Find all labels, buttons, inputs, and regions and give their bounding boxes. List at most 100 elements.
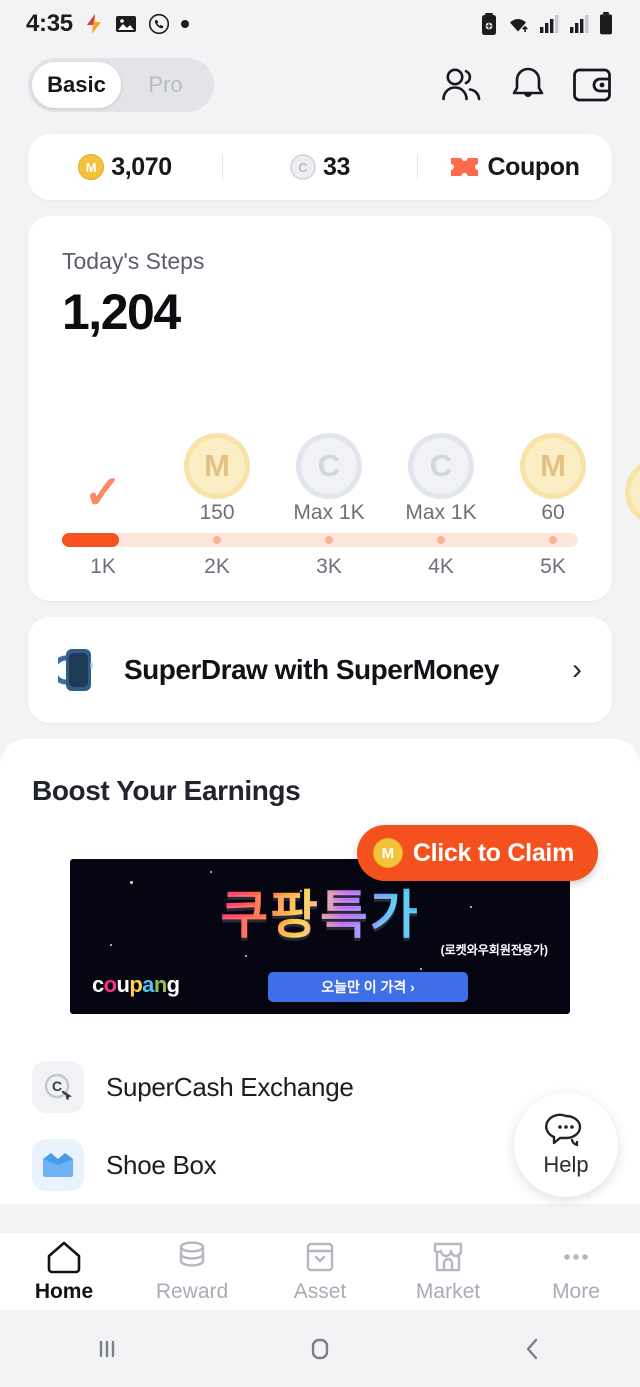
click-to-claim-button[interactable]: M Click to Claim <box>356 825 598 881</box>
chevron-right-icon: › <box>572 653 582 686</box>
milestone-4k-label: Max 1K <box>405 501 477 524</box>
segment-pro[interactable]: Pro <box>121 62 210 108</box>
superdraw-title: SuperDraw with SuperMoney <box>124 654 499 685</box>
milestone-5k-label: 60 <box>541 501 565 524</box>
tab-asset[interactable]: Asset <box>256 1240 384 1304</box>
progress-dot <box>437 536 445 544</box>
box-icon <box>306 1242 334 1271</box>
money-balance: 3,070 <box>111 152 172 181</box>
tick-2k: 2K <box>204 555 230 578</box>
m-coin-icon: M <box>520 433 586 499</box>
tick-labels: 1K 2K 3K 4K 5K <box>62 555 578 581</box>
home-icon <box>47 1241 81 1273</box>
milestone-next-partial[interactable] <box>615 459 640 525</box>
app-screen: 4:35 Basic Pro M 3,070 C 33 Coupon Today… <box>0 0 640 1387</box>
tab-label: Home <box>34 1279 94 1303</box>
status-bar-time: 4:35 <box>26 10 73 37</box>
list-item-title: SuperCash Exchange <box>106 1071 354 1102</box>
milestone-4k[interactable]: C Max 1K <box>398 433 484 525</box>
milestone-5k[interactable]: M 60 <box>510 433 596 525</box>
notification-bell-icon[interactable] <box>510 65 546 105</box>
battery-saver-icon <box>482 13 496 35</box>
c-coin-icon: C <box>296 433 362 499</box>
boost-title: Boost Your Earnings <box>32 775 301 806</box>
c-coin-icon: C <box>408 433 474 499</box>
tab-reward[interactable]: Reward <box>128 1240 256 1304</box>
milestone-2k[interactable]: M 150 <box>174 433 260 525</box>
viber-icon <box>148 13 169 35</box>
signal-1-icon <box>540 15 559 33</box>
progress-fill <box>62 533 119 547</box>
balance-item-cash[interactable]: C 33 <box>223 153 417 182</box>
superdraw-row[interactable]: SuperDraw with SuperMoney › <box>28 617 612 723</box>
friends-icon[interactable] <box>440 66 484 104</box>
m-coin-icon: M <box>78 154 105 180</box>
cash-balance: 33 <box>322 152 350 181</box>
milestone-3k-label: Max 1K <box>293 501 365 524</box>
tab-label: More <box>552 1279 600 1303</box>
tick-1k: 1K <box>90 555 116 578</box>
promo-banner[interactable]: 쿠팡특가 (로켓와우회원전용가) coupang 오늘만 이 가격 › M Cl… <box>70 825 598 1014</box>
progress-dot <box>325 536 333 544</box>
coins-icon <box>179 1240 205 1267</box>
promo-background: 쿠팡특가 (로켓와우회원전용가) coupang 오늘만 이 가격 › <box>70 859 570 1014</box>
promo-cta-button[interactable]: 오늘만 이 가격 › <box>268 972 468 1002</box>
help-button[interactable]: Help <box>514 1093 618 1197</box>
battery-icon <box>600 12 612 35</box>
svg-text:C: C <box>52 1078 62 1094</box>
progress-bar <box>62 533 578 547</box>
back-icon[interactable] <box>516 1332 550 1366</box>
chat-bubble-icon <box>545 1113 582 1147</box>
tick-4k: 4K <box>428 555 454 578</box>
steps-label: Today's Steps <box>62 248 205 274</box>
claim-label: Click to Claim <box>412 838 574 867</box>
tab-home[interactable]: Home <box>0 1240 128 1304</box>
m-coin-icon: M <box>372 838 403 868</box>
tab-label: Market <box>415 1279 481 1303</box>
claimed-check-icon: ✓ <box>83 466 123 518</box>
home-nav-icon[interactable] <box>303 1332 337 1366</box>
wallet-icon[interactable] <box>572 66 612 104</box>
tab-label: Asset <box>293 1279 347 1303</box>
recents-icon[interactable] <box>90 1332 124 1366</box>
supercash-exchange-icon: C <box>32 1061 84 1113</box>
m-coin-icon: M <box>184 433 250 499</box>
coupang-logo: coupang <box>92 972 180 997</box>
milestone-1k[interactable]: ✓ <box>60 459 146 525</box>
promo-headline: 쿠팡특가 <box>220 873 419 948</box>
ellipsis-icon <box>564 1253 588 1260</box>
help-label: Help <box>543 1152 589 1177</box>
tick-5k: 5K <box>540 555 566 578</box>
milestone-3k[interactable]: C Max 1K <box>286 433 372 525</box>
store-icon <box>433 1242 463 1271</box>
tick-3k: 3K <box>316 555 342 578</box>
balance-bar: M 3,070 C 33 Coupon <box>28 134 612 200</box>
tab-more[interactable]: More <box>512 1240 640 1304</box>
tab-label: Reward <box>155 1279 229 1303</box>
milestone-list: ✓ M 150 C Max 1K C Max 1K M 60 <box>60 429 640 525</box>
balance-item-coupon[interactable]: Coupon <box>418 153 612 182</box>
coupon-label: Coupon <box>487 152 580 181</box>
smartwatch-icon <box>58 649 94 691</box>
coupon-ticket-icon <box>451 158 479 176</box>
reward-track: ✓ M 150 C Max 1K C Max 1K M 60 1K 2K 3K … <box>60 429 640 581</box>
app-badge-icon <box>86 14 101 34</box>
app-header: Basic Pro <box>0 48 640 122</box>
balance-item-money[interactable]: M 3,070 <box>28 153 222 182</box>
steps-card: Today's Steps 1,204 ✓ M 150 C Max 1K C M… <box>28 216 640 601</box>
content-scroll: M 3,070 C 33 Coupon Today's Steps 1,204 <box>0 122 640 1232</box>
plan-segmented-control[interactable]: Basic Pro <box>28 58 214 112</box>
promo-subline: (로켓와우회원전용가) <box>440 943 548 957</box>
shoe-box-icon <box>32 1139 84 1191</box>
segment-basic[interactable]: Basic <box>32 62 121 108</box>
bottom-tab-bar: Home Reward Asset Market More <box>0 1232 640 1310</box>
gallery-icon <box>115 16 136 32</box>
tab-market[interactable]: Market <box>384 1240 512 1304</box>
wifi-icon <box>510 19 528 32</box>
android-navigation-bar <box>0 1310 640 1387</box>
signal-2-icon <box>570 15 589 33</box>
dot-indicator-icon <box>180 20 189 28</box>
progress-dot <box>213 536 221 544</box>
m-coin-icon <box>625 459 640 525</box>
steps-value: 1,204 <box>62 284 181 340</box>
